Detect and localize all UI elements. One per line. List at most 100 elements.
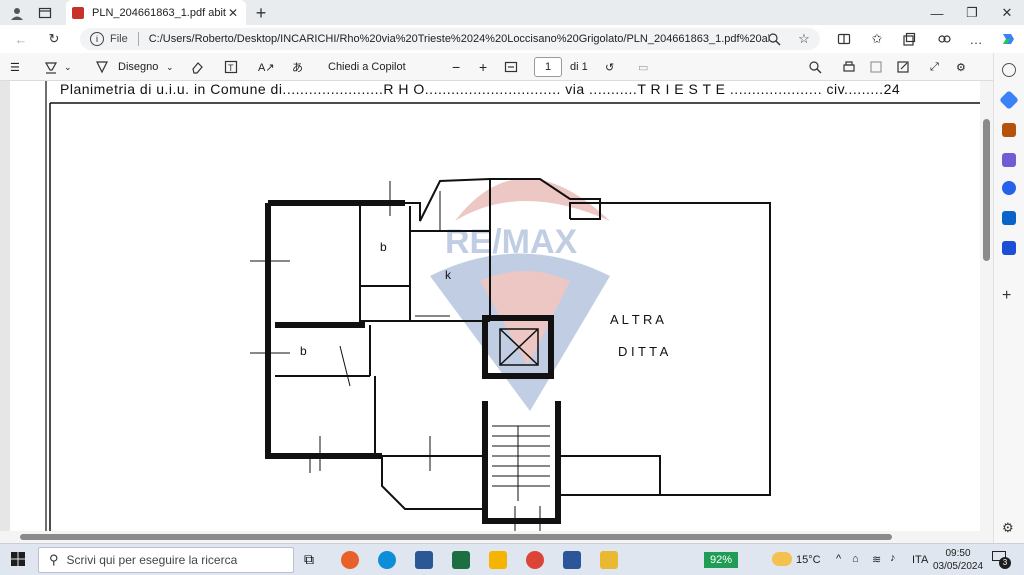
sidebar-add-icon[interactable]: + [1002, 288, 1016, 304]
weather-temp[interactable]: 15°C [796, 554, 821, 566]
zoom-in-button[interactable]: + [479, 59, 487, 75]
edge-sidebar: + ⚙ [993, 53, 1024, 543]
new-tab-button[interactable]: + [252, 3, 270, 23]
sidebar-search-icon[interactable] [1002, 63, 1016, 77]
zoom-page-icon[interactable] [765, 30, 783, 48]
file-label: File [110, 33, 128, 45]
text-box-icon[interactable]: T [224, 59, 238, 75]
room-label-kitchen: k [445, 268, 452, 282]
search-icon[interactable] [808, 59, 822, 75]
windows-start-icon[interactable] [10, 551, 28, 569]
notification-count: 3 [999, 557, 1011, 569]
draw-button[interactable]: Disegno [118, 59, 158, 75]
refresh-icon[interactable]: ↻ [45, 30, 63, 48]
horizontal-scroll-thumb[interactable] [20, 534, 892, 540]
notification-icon[interactable]: 3 [992, 551, 1011, 569]
translate-icon[interactable]: あ [292, 59, 303, 75]
title-bar: PLN_204661863_1.pdf abitaz - Co ✕ + — ❐ … [0, 0, 1024, 25]
fullscreen-icon[interactable]: ⤢ [930, 59, 939, 75]
restore-button[interactable]: ❐ [963, 4, 981, 22]
floor-plan: RE/MAX b b k A L T R A D I T T A [45, 81, 980, 531]
network-icon[interactable]: ⌂ [852, 553, 859, 565]
vertical-scrollbar[interactable] [980, 81, 993, 531]
sidebar-m365-icon[interactable] [1002, 181, 1016, 195]
copilot-button[interactable]: Chiedi a Copilot [328, 59, 406, 75]
sidebar-settings-icon[interactable]: ⚙ [1002, 521, 1016, 535]
url-separator [137, 32, 139, 46]
url-text[interactable]: C:/Users/Roberto/Desktop/INCARICHI/Rho%2… [149, 33, 769, 45]
contents-icon[interactable]: ☰ [10, 59, 20, 75]
taskbar: ⚲ Scrivi qui per eseguire la ricerca ⧉ 9… [0, 543, 1024, 575]
back-arrow-icon[interactable]: ← [12, 30, 30, 48]
pdf-file-icon [72, 6, 84, 19]
stair-steps [492, 425, 550, 501]
sidebar-tag-icon[interactable] [999, 90, 1019, 110]
profile-icon[interactable] [8, 4, 26, 22]
tab-pdf[interactable]: PLN_204661863_1.pdf abitaz - Co ✕ [66, 0, 246, 25]
excel-icon[interactable] [452, 551, 470, 569]
read-aloud-icon[interactable]: A↗ [258, 59, 275, 75]
file-explorer-icon[interactable] [489, 551, 507, 569]
folder-icon[interactable] [600, 551, 618, 569]
taskbar-search-icon: ⚲ [49, 552, 59, 567]
highlight-chevron-icon[interactable]: ⌄ [64, 59, 72, 75]
wifi-icon[interactable]: ≋ [872, 553, 881, 566]
minimize-button[interactable]: — [928, 4, 946, 22]
tab-actions-icon[interactable] [36, 4, 54, 22]
tab-close-button[interactable]: ✕ [226, 6, 240, 20]
save-as-icon[interactable] [896, 59, 910, 75]
pdf-page: Planimetria di u.i.u. in Comune di......… [10, 81, 980, 531]
chrome-icon[interactable] [526, 551, 544, 569]
firefox-icon[interactable] [341, 551, 359, 569]
word-icon[interactable] [563, 551, 581, 569]
weather-icon[interactable] [772, 552, 792, 566]
clock-time: 09:50 [945, 548, 971, 559]
task-view-icon[interactable]: ⧉ [304, 551, 322, 569]
pdf-viewer: Planimetria di u.i.u. in Comune di......… [0, 81, 993, 531]
tray-chevron-icon[interactable]: ^ [836, 553, 841, 565]
label-ditta: D I T T A [618, 344, 669, 359]
clock[interactable]: 09:50 03/05/2024 [932, 547, 984, 573]
info-icon[interactable]: i [90, 32, 104, 46]
horizontal-scrollbar[interactable] [0, 531, 993, 543]
rotate-icon[interactable]: ↺ [605, 59, 614, 75]
taskbar-search-input[interactable]: ⚲ Scrivi qui per eseguire la ricerca [38, 547, 294, 573]
tab-title: PLN_204661863_1.pdf abitaz - Co [92, 6, 226, 19]
label-altra: A L T R A [610, 312, 664, 327]
battery-indicator[interactable]: 92% [704, 552, 738, 568]
sidebar-drop-icon[interactable] [1002, 241, 1016, 255]
page-number-input[interactable]: 1 [534, 57, 562, 77]
pdf-toolbar: ☰ ⌄ Disegno ⌄ T A↗ あ Chiedi a Copilot − … [0, 53, 1024, 81]
print-icon[interactable] [842, 59, 856, 75]
store-icon[interactable] [415, 551, 433, 569]
clock-date: 03/05/2024 [932, 561, 984, 572]
page-total: di 1 [570, 61, 588, 73]
fit-page-icon[interactable] [504, 59, 518, 75]
page-view-icon[interactable]: ▭ [638, 59, 648, 75]
edge-icon[interactable] [378, 551, 396, 569]
highlight-icon[interactable] [44, 59, 58, 75]
draw-icon[interactable] [95, 59, 109, 75]
more-menu-button[interactable]: … [967, 30, 985, 48]
room-label-bath-lower: b [300, 344, 307, 358]
sidebar-briefcase-icon[interactable] [1002, 123, 1016, 137]
split-screen-icon[interactable] [835, 30, 853, 48]
language-indicator[interactable]: ITA [912, 554, 928, 566]
volume-icon[interactable]: ♪ [890, 552, 896, 564]
save-icon[interactable] [869, 59, 883, 75]
collections-icon[interactable] [900, 30, 918, 48]
zoom-out-button[interactable]: − [452, 59, 460, 75]
url-field[interactable]: i File C:/Users/Roberto/Desktop/INCARICH… [80, 28, 820, 50]
favorite-star-icon[interactable]: ☆ [795, 30, 813, 48]
sidebar-outlook-icon[interactable] [1002, 211, 1016, 225]
extensions-icon[interactable] [935, 30, 953, 48]
close-window-button[interactable]: ✕ [998, 4, 1016, 22]
room-label-bath-upper: b [380, 240, 387, 254]
copilot-icon[interactable] [999, 30, 1017, 48]
eraser-icon[interactable] [190, 59, 204, 75]
draw-chevron-icon[interactable]: ⌄ [166, 59, 174, 75]
vertical-scroll-thumb[interactable] [983, 119, 990, 261]
pdf-settings-icon[interactable]: ⚙ [956, 59, 966, 75]
favorites-icon[interactable]: ✩ [868, 30, 886, 48]
sidebar-games-icon[interactable] [1002, 153, 1016, 167]
